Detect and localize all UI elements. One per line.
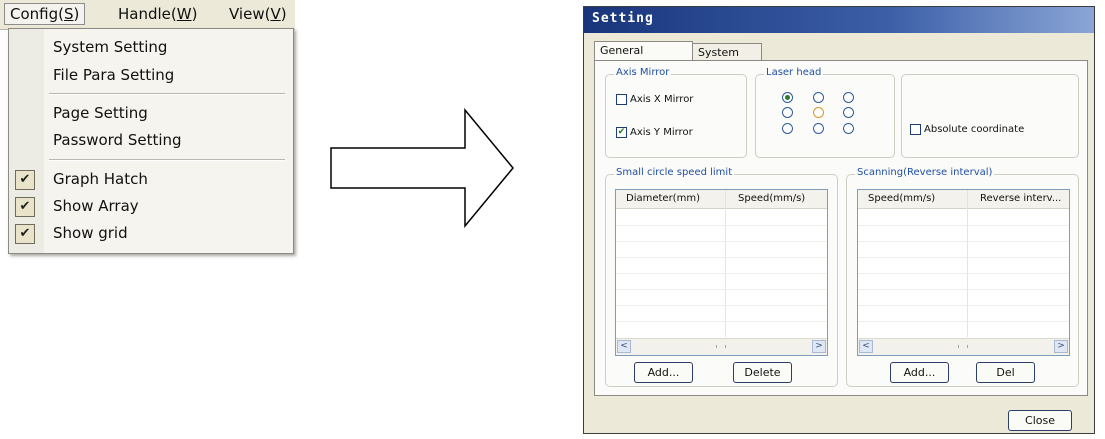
scroll-left-icon[interactable]: <: [617, 340, 631, 353]
menu-handle-label: Handle(: [118, 5, 177, 23]
row-line: [858, 273, 1069, 274]
laser-head-radio-6[interactable]: [843, 107, 854, 118]
column-header-speed[interactable]: Speed(mm/s): [738, 193, 805, 204]
menu-bar: Config(S) Handle(W) View(V): [0, 0, 295, 30]
scroll-thumb[interactable]: [716, 345, 726, 348]
dialog-title: Setting: [592, 11, 654, 26]
laser-head-radio-8[interactable]: [813, 123, 824, 134]
scroll-right-icon[interactable]: >: [1054, 340, 1068, 353]
menu-config-label: Config(: [10, 5, 64, 23]
menu-item-graph-hatch[interactable]: Graph Hatch: [53, 170, 148, 188]
column-divider: [725, 190, 726, 337]
check-icon: ✔: [616, 127, 627, 138]
menu-handle-label-end: ): [191, 5, 198, 23]
laser-head-radio-9[interactable]: [843, 123, 854, 134]
title-bar[interactable]: Setting: [584, 7, 1094, 33]
menu-handle-accel: W: [176, 5, 192, 23]
menu-config-label-end: ): [73, 5, 80, 23]
absolute-coordinate-group: Absolute coordinate: [901, 74, 1079, 158]
axis-mirror-group: Axis Mirror Axis X Mirror ✔ Axis Y Mirro…: [605, 67, 747, 158]
checkbox-box: [616, 94, 627, 105]
menu-item-system-setting[interactable]: System Setting: [53, 38, 167, 56]
row-line: [616, 289, 827, 290]
row-line: [616, 305, 827, 306]
axis-y-mirror-checkbox[interactable]: ✔ Axis Y Mirror: [616, 127, 693, 138]
scanning-legend: Scanning(Reverse interval): [855, 167, 995, 178]
absolute-coordinate-checkbox[interactable]: Absolute coordinate: [910, 124, 1024, 135]
menu-separator: [49, 159, 285, 161]
menu-view-label-end: ): [280, 5, 287, 23]
axis-x-mirror-label: Axis X Mirror: [630, 94, 694, 105]
row-line: [858, 225, 1069, 226]
close-button[interactable]: Close: [1008, 410, 1072, 431]
check-icon: ✔: [15, 170, 35, 190]
menu-separator: [49, 93, 285, 95]
scroll-left-icon[interactable]: <: [859, 340, 873, 353]
laser-head-group: Laser head: [755, 67, 895, 158]
laser-head-radio-3[interactable]: [843, 92, 854, 103]
add-scanning-button[interactable]: Add...: [890, 362, 949, 383]
row-line: [616, 241, 827, 242]
horizontal-scrollbar[interactable]: < >: [858, 338, 1069, 355]
menu-item-file-para-setting[interactable]: File Para Setting: [53, 66, 174, 84]
menu-item-password-setting[interactable]: Password Setting: [53, 131, 182, 149]
delete-diameter-button[interactable]: Delete: [733, 362, 792, 383]
row-line: [858, 257, 1069, 258]
row-line: [858, 241, 1069, 242]
scanning-list[interactable]: Speed(mm/s) Reverse interv... < >: [857, 189, 1070, 356]
axis-x-mirror-checkbox[interactable]: Axis X Mirror: [616, 94, 693, 105]
tab-system-info[interactable]: System Info: [692, 43, 762, 77]
menu-gutter: [9, 29, 44, 253]
small-circle-speed-limit-group: Small circle speed limit Diameter(mm) Sp…: [605, 167, 838, 387]
general-settings-panel: Axis Mirror Axis X Mirror ✔ Axis Y Mirro…: [594, 60, 1088, 396]
row-line: [858, 289, 1069, 290]
right-arrow-icon: [330, 108, 514, 228]
axis-mirror-legend: Axis Mirror: [614, 67, 672, 78]
menu-view-accel: V: [270, 5, 281, 23]
list-header: Diameter(mm) Speed(mm/s): [616, 190, 827, 209]
row-line: [616, 273, 827, 274]
menu-item-page-setting[interactable]: Page Setting: [53, 104, 148, 122]
config-dropdown-menu: System Setting File Para Setting Page Se…: [8, 28, 294, 254]
menu-config[interactable]: Config(S): [4, 3, 86, 25]
axis-y-mirror-label: Axis Y Mirror: [630, 127, 693, 138]
check-icon: ✔: [15, 197, 35, 217]
add-diameter-button[interactable]: Add...: [634, 362, 693, 383]
menu-view-label: View(: [229, 5, 271, 23]
menu-view[interactable]: View(V): [225, 5, 291, 23]
column-divider: [967, 190, 968, 337]
column-header-diameter[interactable]: Diameter(mm): [626, 193, 700, 204]
scroll-right-icon[interactable]: >: [812, 340, 826, 353]
laser-head-radio-1[interactable]: [782, 92, 793, 103]
menu-item-show-array[interactable]: Show Array: [53, 197, 139, 215]
row-line: [616, 321, 827, 322]
horizontal-scrollbar[interactable]: < >: [616, 338, 827, 355]
laser-head-radio-2[interactable]: [813, 92, 824, 103]
row-line: [858, 305, 1069, 306]
scroll-thumb[interactable]: [958, 345, 968, 348]
row-line: [858, 321, 1069, 322]
small-circle-legend: Small circle speed limit: [614, 167, 735, 178]
tab-general-settings[interactable]: General settings: [594, 41, 693, 75]
laser-head-radio-4[interactable]: [782, 107, 793, 118]
menu-item-show-grid[interactable]: Show grid: [53, 224, 128, 242]
small-circle-list[interactable]: Diameter(mm) Speed(mm/s) < >: [615, 189, 828, 356]
column-header-reverse-interval[interactable]: Reverse interv...: [980, 193, 1061, 204]
laser-head-radio-7[interactable]: [782, 123, 793, 134]
setting-dialog: Setting General settings System Info Axi…: [583, 6, 1095, 434]
del-scanning-button[interactable]: Del: [976, 362, 1035, 383]
absolute-coordinate-label: Absolute coordinate: [924, 124, 1025, 135]
list-header: Speed(mm/s) Reverse interv...: [858, 190, 1069, 209]
row-line: [616, 225, 827, 226]
laser-head-legend: Laser head: [764, 67, 824, 78]
menu-handle[interactable]: Handle(W): [114, 5, 201, 23]
checkbox-box: [910, 124, 921, 135]
laser-head-radio-5[interactable]: [813, 107, 824, 118]
row-line: [616, 257, 827, 258]
column-header-speed[interactable]: Speed(mm/s): [868, 193, 935, 204]
menu-config-accel: S: [63, 5, 74, 23]
check-icon: ✔: [15, 224, 35, 244]
scanning-reverse-interval-group: Scanning(Reverse interval) Speed(mm/s) R…: [846, 167, 1079, 387]
